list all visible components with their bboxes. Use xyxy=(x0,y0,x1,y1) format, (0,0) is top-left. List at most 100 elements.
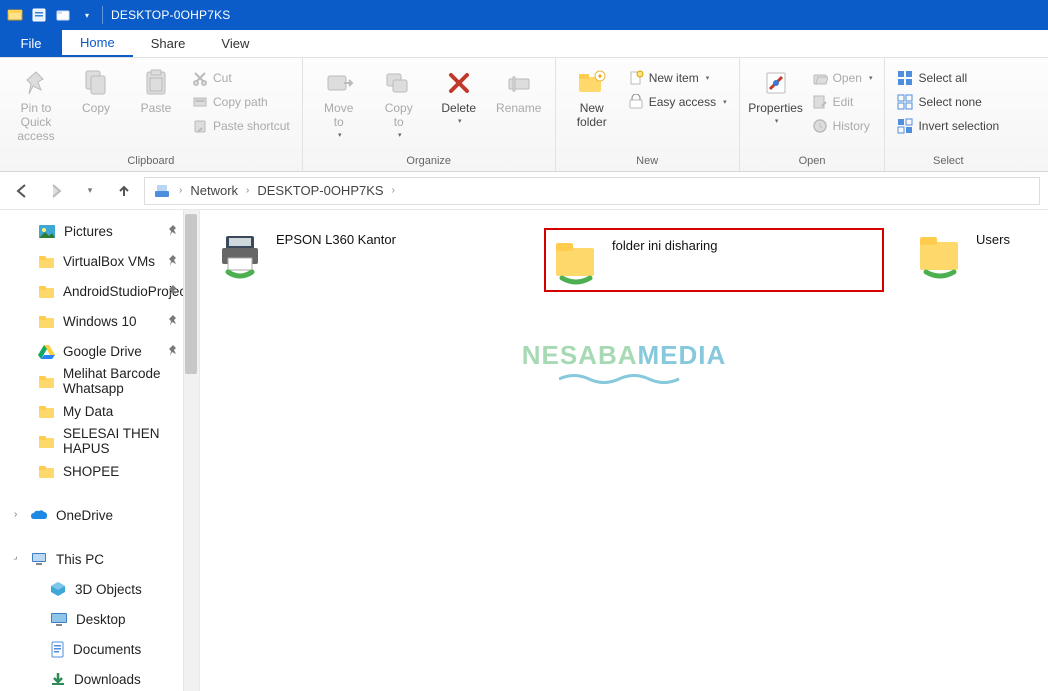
tab-share[interactable]: Share xyxy=(133,30,204,57)
nav-recent-button[interactable]: ▾ xyxy=(76,177,104,205)
nav-quickaccess-item[interactable]: Windows 10 xyxy=(0,306,199,336)
tab-home[interactable]: Home xyxy=(62,30,133,57)
nav-thispc[interactable]: › This PC xyxy=(0,544,199,574)
tab-file[interactable]: File xyxy=(0,30,62,57)
invert-selection-button[interactable]: Invert selection xyxy=(893,114,1003,138)
content-item-label: EPSON L360 Kantor xyxy=(276,228,396,247)
onedrive-icon xyxy=(30,508,48,522)
select-none-icon xyxy=(897,94,913,110)
paste-shortcut-label: Paste shortcut xyxy=(213,119,290,133)
paste-button[interactable]: Paste xyxy=(128,62,184,116)
cut-label: Cut xyxy=(213,71,232,85)
qat-properties-icon[interactable] xyxy=(30,6,48,24)
open-label: Open xyxy=(833,71,862,85)
folder-icon xyxy=(38,404,55,418)
pin-icon xyxy=(167,255,179,267)
paste-shortcut-button[interactable]: Paste shortcut xyxy=(188,114,294,138)
rename-button[interactable]: Rename xyxy=(491,62,547,116)
chevron-down-icon: ▾ xyxy=(398,132,402,140)
chevron-down-icon[interactable]: › xyxy=(11,553,21,563)
chevron-down-icon: ▾ xyxy=(869,74,873,82)
new-folder-icon: ✦ xyxy=(575,66,609,100)
new-item-button[interactable]: New item▾ xyxy=(624,66,731,90)
nav-quickaccess-item[interactable]: Google Drive xyxy=(0,336,199,366)
watermark-wave-icon xyxy=(559,372,689,386)
content-item[interactable]: EPSON L360 Kantor xyxy=(214,228,514,292)
copy-path-label: Copy path xyxy=(213,95,268,109)
nav-up-button[interactable] xyxy=(110,177,138,205)
pictures-icon xyxy=(38,224,56,239)
folder-icon xyxy=(38,434,55,448)
easy-access-button[interactable]: Easy access▾ xyxy=(624,90,731,114)
nav-quickaccess-item[interactable]: Pictures xyxy=(0,216,199,246)
downloads-icon xyxy=(50,671,66,687)
edit-button[interactable]: Edit xyxy=(808,90,877,114)
nav-quickaccess-item[interactable]: AndroidStudioProjects xyxy=(0,276,199,306)
properties-button[interactable]: Properties ▾ xyxy=(748,62,804,126)
chevron-down-icon: ▾ xyxy=(775,118,779,126)
move-to-button[interactable]: Move to▾ xyxy=(311,62,367,140)
pin-icon xyxy=(167,345,179,357)
nav-thispc-item[interactable]: 3D Objects xyxy=(0,574,199,604)
select-none-button[interactable]: Select none xyxy=(893,90,1003,114)
qat-dropdown-icon[interactable]: ▾ xyxy=(78,6,96,24)
delete-button[interactable]: Delete▾ xyxy=(431,62,487,126)
qat-newfolder-icon[interactable] xyxy=(54,6,72,24)
copy-path-button[interactable]: Copy path xyxy=(188,90,294,114)
properties-label: Properties xyxy=(748,102,803,116)
open-button[interactable]: Open ▾ xyxy=(808,66,877,90)
chevron-right-icon[interactable]: › xyxy=(14,509,17,520)
new-folder-label: New folder xyxy=(577,102,607,130)
nav-scrollbar[interactable] xyxy=(183,210,199,691)
breadcrumb[interactable]: › Network › DESKTOP-0OHP7KS › xyxy=(144,177,1040,205)
nav-thispc-item[interactable]: Downloads xyxy=(0,664,199,691)
watermark-b: MEDIA xyxy=(638,340,727,370)
objects3d-icon xyxy=(50,581,67,597)
content-pane[interactable]: EPSON L360 Kantor folder ini disharing Use… xyxy=(200,210,1048,691)
history-button[interactable]: History xyxy=(808,114,877,138)
shared-folder-icon xyxy=(550,234,602,286)
thispc-icon xyxy=(30,551,48,567)
nav-quickaccess-item[interactable]: VirtualBox VMs xyxy=(0,246,199,276)
content-item[interactable]: folder ini disharing xyxy=(544,228,884,292)
cut-button[interactable]: Cut xyxy=(188,66,294,90)
copy-to-button[interactable]: Copy to▾ xyxy=(371,62,427,140)
nav-quickaccess-item[interactable]: SHOPEE xyxy=(0,456,199,486)
chevron-right-icon: › xyxy=(244,185,251,196)
delete-icon xyxy=(442,66,476,100)
navigation-pane: PicturesVirtualBox VMsAndroidStudioProje… xyxy=(0,210,200,691)
select-all-label: Select all xyxy=(918,71,967,85)
documents-icon xyxy=(50,641,65,658)
rename-icon xyxy=(502,66,536,100)
pin-icon xyxy=(167,225,179,237)
nav-thispc-item[interactable]: Desktop xyxy=(0,604,199,634)
nav-quickaccess-item[interactable]: Melihat Barcode Whatsapp xyxy=(0,366,199,396)
tab-view[interactable]: View xyxy=(203,30,267,57)
breadcrumb-network[interactable]: Network xyxy=(186,183,242,198)
history-label: History xyxy=(833,119,870,133)
history-icon xyxy=(812,118,828,134)
nav-thispc-label: This PC xyxy=(56,552,104,567)
ribbon-group-new: ✦New folder New item▾ Easy access▾ New xyxy=(556,58,740,171)
ribbon-group-open: Properties ▾ Open ▾ Edit History Open xyxy=(740,58,886,171)
folder-icon xyxy=(38,374,55,388)
nav-forward-button[interactable] xyxy=(42,177,70,205)
nav-thispc-item[interactable]: Documents xyxy=(0,634,199,664)
nav-item-label: Windows 10 xyxy=(63,314,137,329)
pin-to-quick-access-button[interactable]: Pin to Quick access xyxy=(8,62,64,143)
breadcrumb-root-icon[interactable] xyxy=(149,183,175,199)
nav-onedrive[interactable]: › OneDrive xyxy=(0,500,199,530)
nav-back-button[interactable] xyxy=(8,177,36,205)
nav-quickaccess-item[interactable]: My Data xyxy=(0,396,199,426)
shared-folder-icon xyxy=(914,228,966,280)
breadcrumb-node[interactable]: DESKTOP-0OHP7KS xyxy=(253,183,387,198)
nav-scrollbar-thumb[interactable] xyxy=(185,214,197,374)
new-folder-button[interactable]: ✦New folder xyxy=(564,62,620,130)
select-all-button[interactable]: Select all xyxy=(893,66,1003,90)
watermark: NESABAMEDIA xyxy=(522,340,727,371)
copy-button[interactable]: Copy xyxy=(68,62,124,116)
folder-icon xyxy=(38,254,55,268)
nav-quickaccess-item[interactable]: SELESAI THEN HAPUS xyxy=(0,426,199,456)
content-item[interactable]: Users xyxy=(914,228,1034,292)
pin-icon xyxy=(19,66,53,100)
